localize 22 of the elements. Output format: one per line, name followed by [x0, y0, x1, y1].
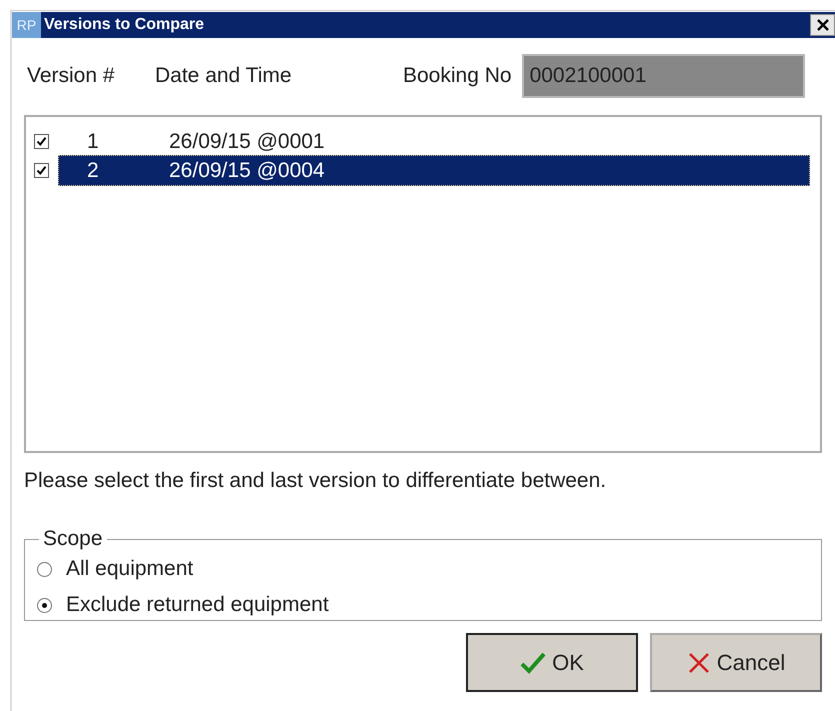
version-row[interactable]: 2 26/09/15 @0004 — [58, 155, 810, 186]
ok-button[interactable]: OK — [466, 633, 638, 692]
checkmark-icon — [520, 650, 546, 674]
column-header: Version # — [27, 64, 116, 88]
version-row[interactable]: 1 26/09/15 @0001 — [58, 126, 810, 157]
booking-field[interactable]: 0002100001 — [522, 54, 805, 98]
close-icon — [816, 18, 830, 32]
radio-button[interactable] — [37, 562, 52, 576]
column-header: Date and Time — [155, 64, 293, 88]
cancel-button[interactable]: Cancel — [650, 633, 822, 692]
app-icon: RP — [12, 12, 41, 38]
option-label: All equipment — [66, 557, 194, 581]
cross-icon — [686, 650, 711, 674]
option-label: Exclude returned equipment — [66, 593, 329, 617]
instruction-text: Please select the first and last version to differentiate between. — [24, 469, 608, 494]
window-title: Versions to Compare — [44, 16, 206, 34]
close-button[interactable] — [810, 14, 835, 36]
checkbox[interactable] — [34, 163, 49, 178]
radio-button[interactable] — [37, 598, 52, 612]
checkbox[interactable] — [34, 134, 49, 149]
group-title: Scope — [42, 527, 104, 551]
booking-label: Booking No — [403, 64, 512, 88]
